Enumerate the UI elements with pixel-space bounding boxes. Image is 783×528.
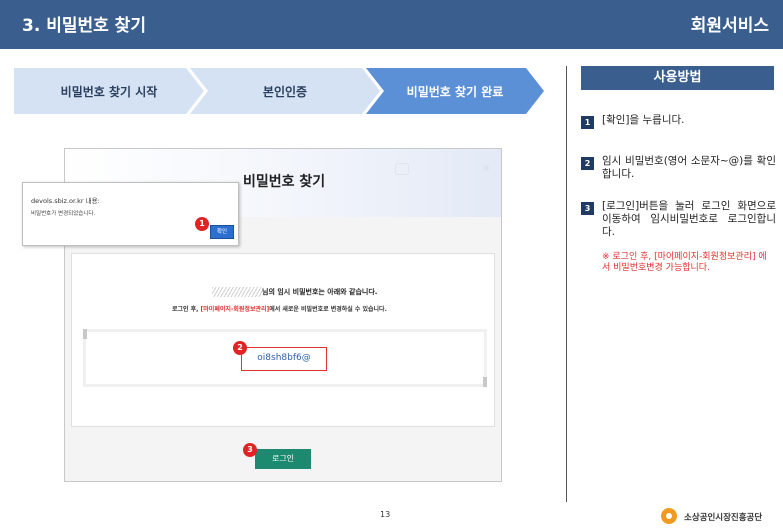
panel-title: 비밀번호 찾기 [243, 174, 326, 190]
org-logo: 소상공인시장진흥공단 [660, 507, 778, 525]
guide-note: ※ 로그인 후, [마이페이지-회원정보관리] 에서 비밀번호변경 가능합니다. [602, 252, 767, 273]
callout-badge-3: 3 [243, 443, 257, 457]
step-label: 비밀번호 찾기 시작 [60, 84, 158, 99]
masked-username [212, 287, 262, 297]
corner-mark [83, 329, 87, 339]
result-message: 님의 임시 비밀번호는 아래와 같습니다. [262, 288, 378, 296]
service-title: 회원서비스 [690, 16, 769, 36]
guide-item-3: 3 [로그인]버튼을 눌러 로그인 화면으로 이동하여 임시비밀번호로 로그인합… [581, 200, 776, 239]
guide-number: 1 [581, 116, 594, 129]
login-button[interactable]: 로그인 [255, 449, 311, 469]
guide-number: 3 [581, 202, 594, 215]
alert-dialog: devols.sbiz.or.kr 내용: 비밀번호가 변경되었습니다. 확인 … [22, 182, 239, 246]
guide-item-2: 2 임시 비밀번호(영어 소문자~@)를 확인합니다. [581, 155, 776, 181]
page-header: 3. 비밀번호 찾기 회원서비스 [0, 0, 783, 49]
guide-text: [확인]을 누릅니다. [602, 114, 685, 126]
change-message: 로그인 후, [마이페이지-회원정보관리]에서 새로운 비밀번호로 변경하실 수… [172, 306, 387, 313]
step-start: 비밀번호 찾기 시작 [14, 68, 204, 114]
temporary-password: oi8sh8bf6@ [241, 347, 327, 371]
step-verify: 본인인증 [190, 68, 380, 114]
guide-text: [로그인]버튼을 눌러 로그인 화면으로 이동하여 임시비밀번호로 로그인합니다… [602, 200, 776, 238]
mypage-highlight: [마이페이지-회원정보관리] [200, 306, 270, 313]
alert-ok-button[interactable]: 확인 [210, 225, 234, 239]
column-divider [566, 66, 567, 502]
decoration-icon [395, 163, 409, 175]
org-logo-icon [661, 508, 677, 524]
result-box: 님의 임시 비밀번호는 아래와 같습니다. 로그인 후, [마이페이지-회원정보… [71, 253, 495, 427]
org-name: 소상공인시장진흥공단 [684, 513, 763, 523]
callout-badge-1: 1 [195, 217, 209, 231]
guide-text: 임시 비밀번호(영어 소문자~@)를 확인합니다. [602, 155, 776, 180]
page-number: 13 [380, 510, 391, 519]
progress-steps: 비밀번호 찾기 시작 본인인증 비밀번호 찾기 완료 [14, 68, 544, 114]
guide-title: 사용방법 [581, 66, 774, 90]
step-label: 비밀번호 찾기 완료 [406, 84, 504, 99]
guide-item-1: 1 [확인]을 누릅니다. [581, 114, 776, 129]
step-complete: 비밀번호 찾기 완료 [366, 68, 544, 114]
alert-message: 비밀번호가 변경되었습니다. [31, 211, 96, 217]
decoration-dot [483, 165, 489, 171]
corner-mark [483, 377, 487, 387]
section-title: 3. 비밀번호 찾기 [22, 16, 146, 36]
manual-page: 3. 비밀번호 찾기 회원서비스 비밀번호 찾기 시작 본인인증 비밀번호 찾기… [0, 0, 783, 528]
step-label: 본인인증 [262, 84, 308, 99]
alert-source: devols.sbiz.or.kr 내용: [31, 197, 100, 205]
guide-number: 2 [581, 157, 594, 170]
callout-badge-2: 2 [233, 341, 247, 355]
